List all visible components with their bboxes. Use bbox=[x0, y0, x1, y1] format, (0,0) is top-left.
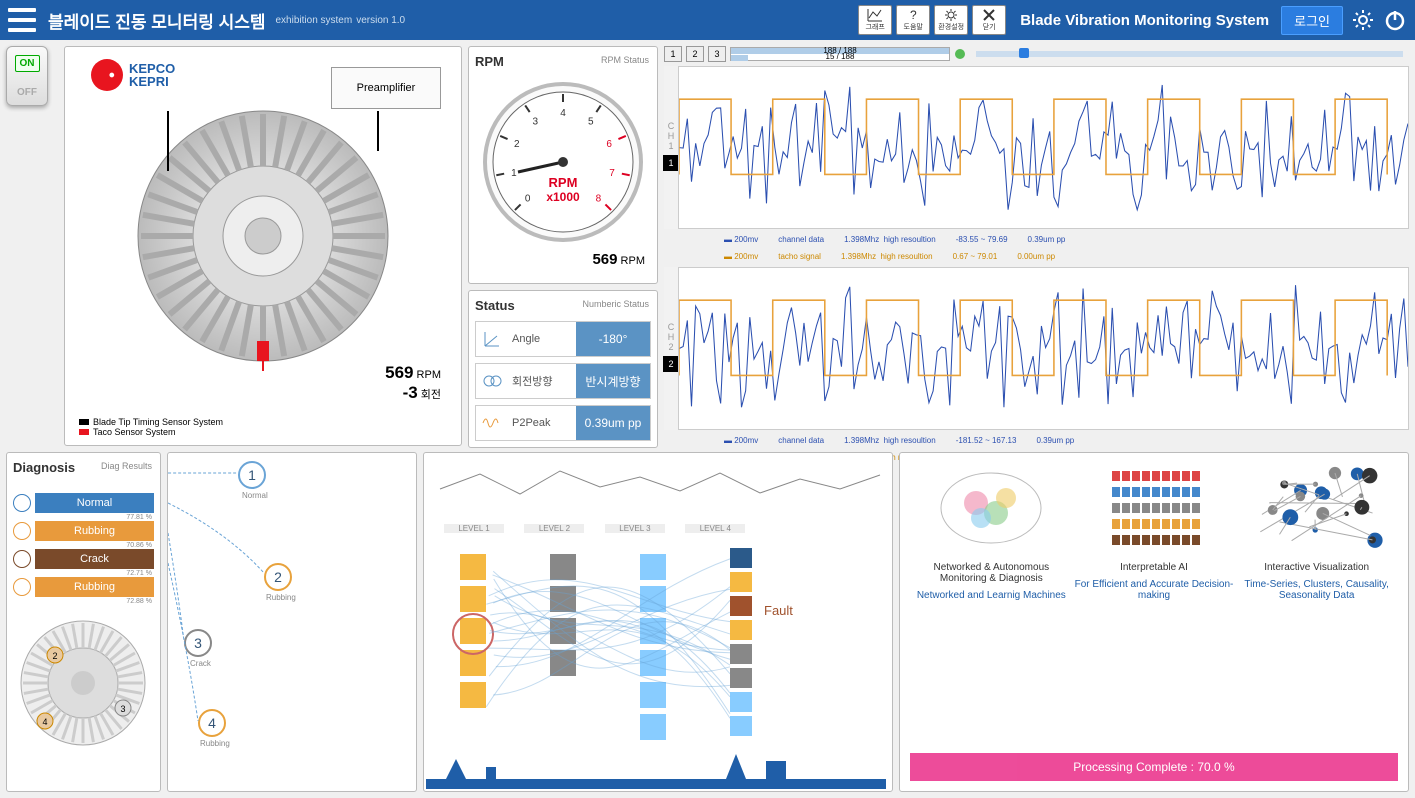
ai-col-1: Networked & Autonomous Monitoring & Diag… bbox=[911, 463, 1071, 745]
legend-btt: Blade Tip Timing Sensor System bbox=[79, 417, 223, 427]
layers-icon bbox=[1094, 463, 1214, 553]
trend-node-1: 1 bbox=[238, 461, 266, 489]
title-subtitle: exhibition system bbox=[276, 15, 353, 26]
svg-text:1: 1 bbox=[511, 168, 517, 179]
svg-text:3: 3 bbox=[532, 116, 538, 127]
timeline-slider[interactable] bbox=[976, 51, 1403, 57]
svg-text:RPM: RPM bbox=[549, 175, 578, 190]
turbine-rpm-readout: 569 RPM -3 회전 bbox=[385, 363, 441, 403]
waveform-ch2: CH22 bbox=[664, 267, 1409, 430]
nn-sparkline bbox=[430, 459, 886, 509]
preamplifier-box: Preamplifier bbox=[331, 67, 441, 109]
menu-icon[interactable] bbox=[8, 8, 36, 32]
processing-bar: Processing Complete : 70.0 % bbox=[910, 753, 1398, 781]
wave-tab-3[interactable]: 3 bbox=[708, 46, 726, 62]
settings-button[interactable]: 환경설정 bbox=[934, 5, 968, 35]
svg-text:4: 4 bbox=[42, 717, 47, 727]
status-p2peak: P2Peak0.39um pp bbox=[475, 405, 651, 441]
ch1-legend-2: ▬ 200mv tacho signal 1.398Mhz high resou… bbox=[664, 250, 1409, 263]
ai-col-2: Interpretable AIFor Efficient and Accura… bbox=[1074, 463, 1234, 745]
mini-turbine-graphic: 2 3 4 bbox=[13, 613, 153, 753]
close-button[interactable]: 닫기 bbox=[972, 5, 1006, 35]
svg-text:0: 0 bbox=[525, 193, 531, 204]
app-header: 블레이드 진동 모니터링 시스템 exhibition system versi… bbox=[0, 0, 1415, 40]
status-panel: Status Numberic Status Angle-180° 회전방향반시… bbox=[468, 290, 658, 448]
graph-button[interactable]: 그래프 bbox=[858, 5, 892, 35]
trend-node-2: 2 bbox=[264, 563, 292, 591]
wave-icon bbox=[476, 412, 508, 434]
turbine-graphic bbox=[128, 101, 398, 371]
diag-item-2[interactable]: Crack72.71 % bbox=[13, 547, 154, 571]
title-kr: 블레이드 진동 모니터링 시스템 bbox=[48, 8, 266, 33]
diag-item-0[interactable]: Normal77.81 % bbox=[13, 491, 154, 515]
title-version: version 1.0 bbox=[356, 15, 405, 26]
fault-label: Fault bbox=[764, 603, 793, 618]
wave-tab-1[interactable]: 1 bbox=[664, 46, 682, 62]
angle-icon bbox=[476, 328, 508, 350]
nn-graph bbox=[430, 544, 890, 744]
status-dot-icon bbox=[954, 48, 966, 60]
rpm-panel: RPM RPM Status 012345678 RPM x1000 569 R… bbox=[468, 46, 658, 284]
rpm-gauge: 0 1 2 3 4 5 6 7 8 RPM x1000 bbox=[478, 77, 648, 247]
on-off-toggle[interactable]: ON OFF bbox=[6, 46, 48, 106]
toggle-column: ON OFF bbox=[6, 46, 58, 446]
wave-tab-2[interactable]: 2 bbox=[686, 46, 704, 62]
trend-node-4: 4 bbox=[198, 709, 226, 737]
turbine-panel: KEPCOKEPRI Preamplifier 569 RPM -3 회전 Bl… bbox=[64, 46, 462, 446]
svg-text:4: 4 bbox=[560, 108, 566, 119]
diagnosis-trend-panel: 1 Normal 2 Rubbing 3 Crack 4 Rubbing bbox=[167, 452, 417, 792]
ai-panel: Networked & Autonomous Monitoring & Diag… bbox=[899, 452, 1409, 792]
svg-text:7: 7 bbox=[609, 168, 615, 179]
login-button[interactable]: 로그인 bbox=[1281, 6, 1343, 35]
legend-taco: Taco Sensor System bbox=[79, 427, 223, 437]
status-angle: Angle-180° bbox=[475, 321, 651, 357]
rotation-icon bbox=[476, 370, 508, 392]
svg-text:2: 2 bbox=[52, 651, 57, 661]
status-direction: 회전방향반시계방향 bbox=[475, 363, 651, 399]
nn-panel: LEVEL 1 LEVEL 2 LEVEL 3 LEVEL 4 Fault bbox=[423, 452, 893, 792]
svg-text:6: 6 bbox=[606, 139, 612, 150]
svg-text:8: 8 bbox=[596, 193, 602, 204]
waveform-ch1: CH11 bbox=[664, 66, 1409, 229]
svg-text:5: 5 bbox=[588, 116, 594, 127]
svg-text:3: 3 bbox=[120, 704, 125, 714]
diag-item-3[interactable]: Rubbing72.88 % bbox=[13, 575, 154, 599]
diagnosis-panel: Diagnosis Diag Results Normal77.81 %Rubb… bbox=[6, 452, 161, 792]
gear-icon[interactable] bbox=[1351, 8, 1375, 32]
help-button[interactable]: ?도움말 bbox=[896, 5, 930, 35]
ch1-legend: ▬ 200mv channel data 1.398Mhz high resou… bbox=[664, 233, 1409, 246]
progress-bar[interactable]: 188 / 188 15 / 188 bbox=[730, 47, 950, 61]
title-en: Blade Vibration Monitoring System bbox=[1020, 12, 1269, 29]
ai-col-3: Interactive VisualizationTime-Series, Cl… bbox=[1237, 463, 1397, 745]
brain-icon bbox=[931, 463, 1051, 553]
skyline-graphic bbox=[426, 749, 886, 789]
svg-text:2: 2 bbox=[514, 139, 520, 150]
network-icon bbox=[1247, 463, 1387, 553]
waveform-area: 1 2 3 188 / 188 15 / 188 CH11 ▬ 200mv ch… bbox=[664, 46, 1409, 446]
power-icon[interactable] bbox=[1383, 8, 1407, 32]
svg-text:?: ? bbox=[910, 8, 917, 22]
ch2-legend: ▬ 200mv channel data 1.398Mhz high resou… bbox=[664, 434, 1409, 447]
diag-item-1[interactable]: Rubbing70.86 % bbox=[13, 519, 154, 543]
trend-node-3: 3 bbox=[184, 629, 212, 657]
svg-text:x1000: x1000 bbox=[546, 190, 580, 204]
